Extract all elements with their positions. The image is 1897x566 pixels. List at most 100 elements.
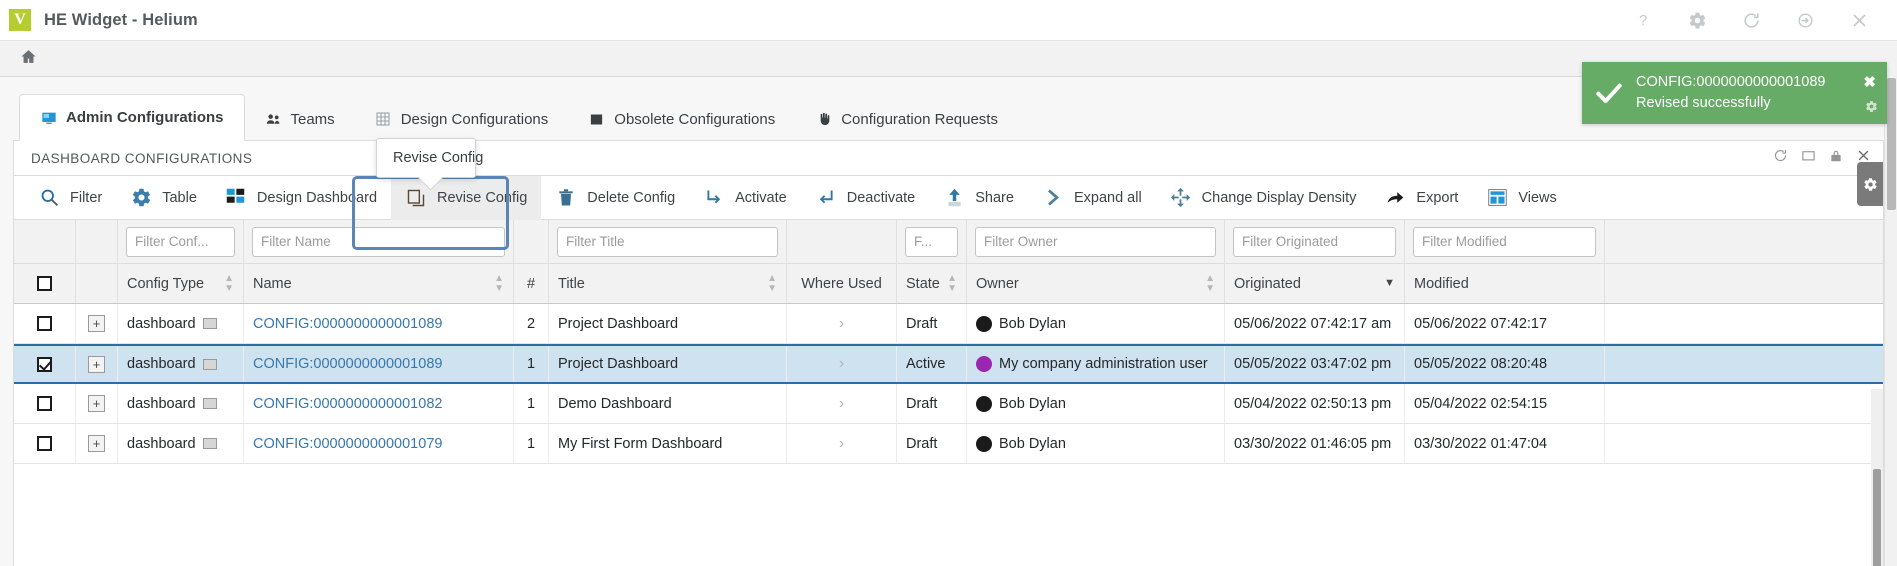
gear-icon[interactable] [1865, 100, 1878, 118]
filter-name-input[interactable]: Filter Name [252, 227, 505, 257]
row-checkbox[interactable] [37, 357, 52, 372]
chevron-right-icon[interactable]: › [839, 435, 844, 453]
page-scrollbar-thumb[interactable] [1887, 78, 1896, 210]
row-select[interactable] [14, 346, 76, 382]
home-icon[interactable] [20, 48, 37, 70]
sort-desc-icon[interactable]: ▼ [1384, 278, 1395, 289]
row-select[interactable] [14, 424, 76, 463]
refresh-icon[interactable] [1739, 8, 1763, 32]
table-row[interactable]: + dashboard CONFIG:0000000000001089 2 Pr… [14, 304, 1883, 344]
views-button[interactable]: Views [1472, 176, 1570, 220]
row-checkbox[interactable] [37, 436, 52, 451]
expand-all-button[interactable]: Expand all [1028, 176, 1156, 220]
expand-plus-icon[interactable]: + [88, 315, 105, 332]
filter-cell-modified: Filter Modified [1405, 220, 1605, 263]
cell-where-used[interactable]: › [787, 424, 897, 463]
cell-name[interactable]: CONFIG:0000000000001089 [244, 346, 514, 382]
tab-configuration-requests[interactable]: Configuration Requests [795, 97, 1018, 141]
design-dashboard-button[interactable]: Design Dashboard [211, 176, 391, 220]
cell-originated: 05/06/2022 07:42:17 am [1225, 304, 1405, 343]
chevron-right-icon[interactable]: › [839, 315, 844, 333]
table-row[interactable]: + dashboard CONFIG:0000000000001089 1 Pr… [14, 344, 1883, 384]
sort-icon[interactable]: ▲▼ [947, 274, 957, 294]
column-header-config-type[interactable]: Config Type ▲▼ [118, 264, 244, 303]
login-icon[interactable] [1793, 8, 1817, 32]
column-header-where-used[interactable]: Where Used [787, 264, 897, 303]
sort-icon[interactable]: ▲▼ [494, 274, 504, 294]
help-icon[interactable]: ? [1631, 8, 1655, 32]
cell-where-used[interactable]: › [787, 384, 897, 423]
filter-modified-input[interactable]: Filter Modified [1413, 227, 1596, 257]
share-button[interactable]: Share [929, 176, 1028, 220]
filter-config-type-input[interactable]: Filter Conf... [126, 227, 235, 257]
cell-title: Project Dashboard [549, 304, 787, 343]
config-link[interactable]: CONFIG:0000000000001089 [253, 316, 442, 332]
table-scrollbar-thumb[interactable] [1873, 469, 1881, 566]
table-scrollbar[interactable] [1871, 389, 1883, 566]
tab-design-configurations[interactable]: Design Configurations [355, 97, 569, 141]
restore-icon[interactable] [1773, 148, 1788, 168]
row-expand[interactable]: + [76, 424, 118, 463]
tab-obsolete-configurations[interactable]: Obsolete Configurations [568, 97, 795, 141]
cell-where-used[interactable]: › [787, 346, 897, 382]
column-header-num[interactable]: # [514, 264, 549, 303]
filter-originated-input[interactable]: Filter Originated [1233, 227, 1396, 257]
tab-admin-configurations[interactable]: Admin Configurations [19, 94, 245, 141]
filter-owner-input[interactable]: Filter Owner [975, 227, 1216, 257]
lock-icon[interactable] [1829, 149, 1843, 168]
delete-config-button[interactable]: Delete Config [541, 176, 689, 220]
column-header-modified[interactable]: Modified [1405, 264, 1605, 303]
grid-icon [375, 111, 392, 128]
deactivate-button[interactable]: Deactivate [801, 176, 930, 220]
tab-teams[interactable]: Teams [245, 97, 355, 141]
filter-button[interactable]: Filter [14, 176, 116, 220]
activate-button[interactable]: Activate [689, 176, 801, 220]
config-link[interactable]: CONFIG:0000000000001079 [253, 436, 442, 452]
settings-icon[interactable] [1685, 8, 1709, 32]
filter-title-input[interactable]: Filter Title [557, 227, 778, 257]
column-header-originated[interactable]: Originated ▼ [1225, 264, 1405, 303]
button-label: Table [162, 190, 197, 206]
expand-plus-icon[interactable]: + [88, 395, 105, 412]
row-select[interactable] [14, 384, 76, 423]
row-expand[interactable]: + [76, 384, 118, 423]
row-expand[interactable]: + [76, 304, 118, 343]
change-display-density-button[interactable]: Change Display Density [1156, 176, 1371, 220]
cell-name[interactable]: CONFIG:0000000000001082 [244, 384, 514, 423]
export-button[interactable]: Export [1370, 176, 1472, 220]
sort-icon[interactable]: ▲▼ [1205, 274, 1215, 294]
row-checkbox[interactable] [37, 316, 52, 331]
config-link[interactable]: CONFIG:0000000000001089 [253, 356, 442, 372]
close-icon[interactable] [1847, 8, 1871, 32]
select-all-checkbox[interactable] [37, 276, 52, 291]
table-row[interactable]: + dashboard CONFIG:0000000000001082 1 De… [14, 384, 1883, 424]
column-header-name[interactable]: Name ▲▼ [244, 264, 514, 303]
select-all-header[interactable] [14, 264, 76, 303]
filter-state-input[interactable]: F... [905, 227, 958, 257]
chevron-right-icon[interactable]: › [839, 395, 844, 413]
table-button[interactable]: Table [116, 176, 211, 220]
maximize-icon[interactable] [1801, 148, 1816, 168]
cell-where-used[interactable]: › [787, 304, 897, 343]
cell-name[interactable]: CONFIG:0000000000001089 [244, 304, 514, 343]
expand-plus-icon[interactable]: + [88, 435, 105, 452]
sort-icon[interactable]: ▲▼ [224, 274, 234, 294]
chevron-right-icon[interactable]: › [839, 355, 844, 373]
close-icon[interactable]: ✖ [1863, 73, 1876, 91]
tab-label: Obsolete Configurations [614, 111, 775, 128]
expand-plus-icon[interactable]: + [88, 356, 105, 373]
cell-name[interactable]: CONFIG:0000000000001079 [244, 424, 514, 463]
row-expand[interactable]: + [76, 346, 118, 382]
config-link[interactable]: CONFIG:0000000000001082 [253, 396, 442, 412]
sort-icon[interactable]: ▲▼ [767, 274, 777, 294]
column-header-owner[interactable]: Owner ▲▼ [967, 264, 1225, 303]
table-row[interactable]: + dashboard CONFIG:0000000000001079 1 My… [14, 424, 1883, 464]
row-select[interactable] [14, 304, 76, 343]
panel-settings-gear-icon[interactable] [1857, 162, 1883, 206]
revise-config-button[interactable]: Revise Config [391, 176, 541, 220]
row-checkbox[interactable] [37, 396, 52, 411]
column-header-title[interactable]: Title ▲▼ [549, 264, 787, 303]
tab-label: Admin Configurations [66, 109, 224, 126]
column-header-state[interactable]: State ▲▼ [897, 264, 967, 303]
page-scrollbar[interactable] [1884, 76, 1897, 566]
